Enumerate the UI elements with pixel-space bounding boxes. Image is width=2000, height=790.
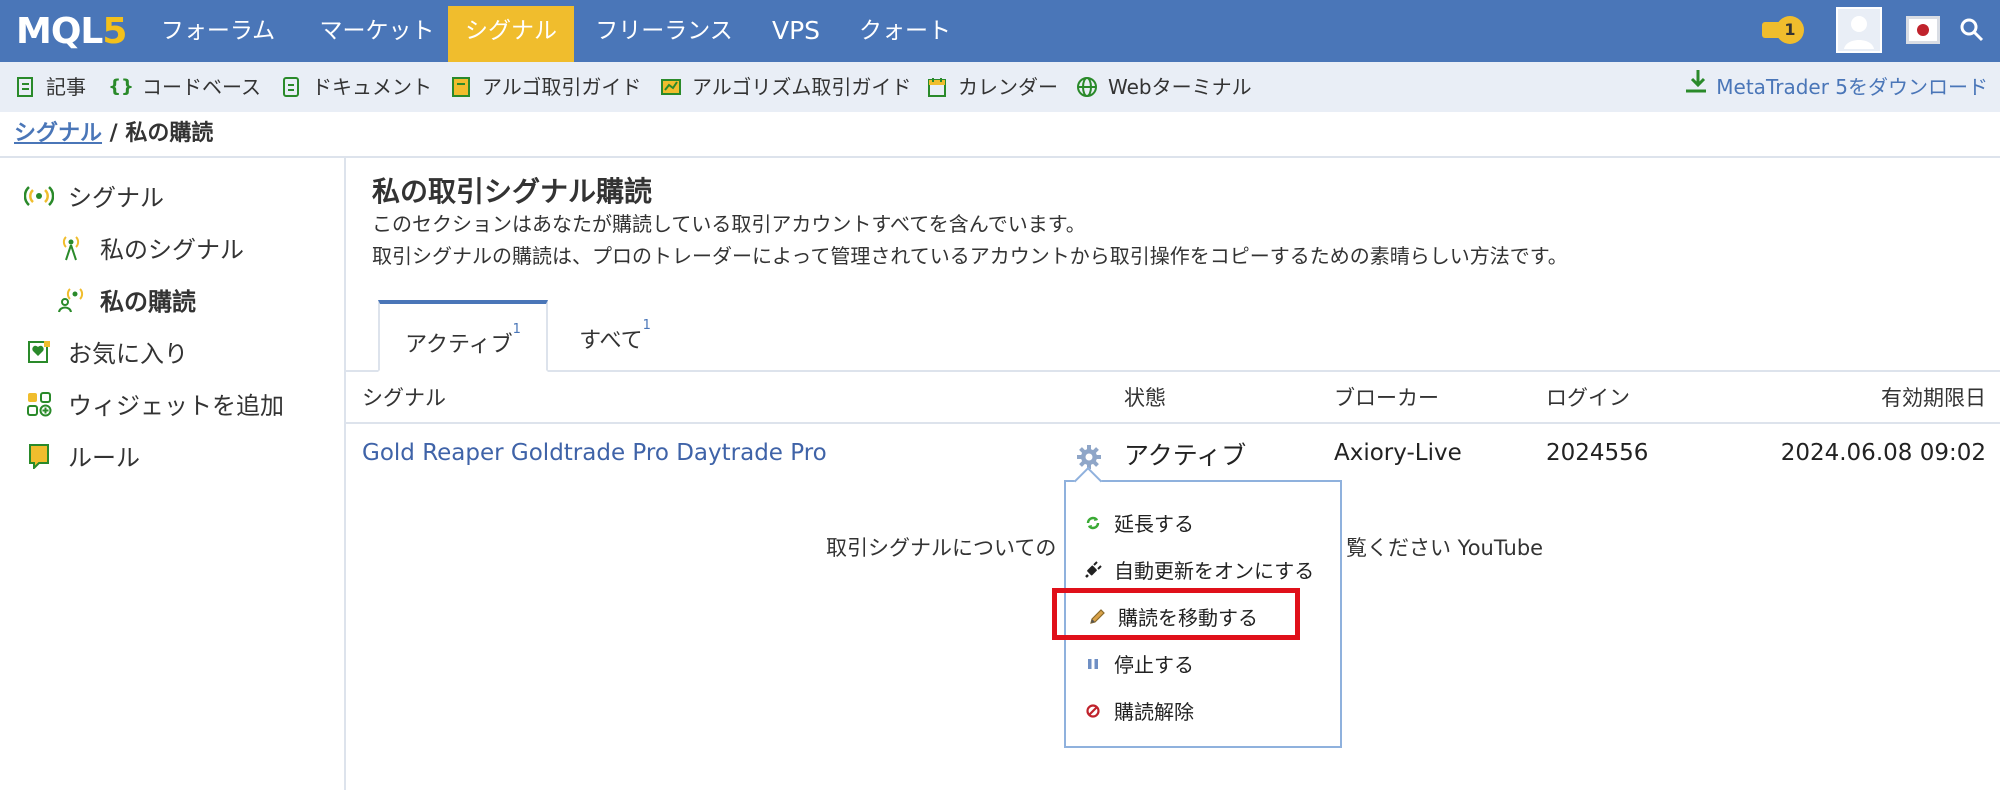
notification-count-badge: 1 (1776, 16, 1804, 44)
pause-icon (1084, 655, 1102, 673)
highlight-box (1052, 588, 1300, 640)
article-icon (14, 76, 36, 98)
subnav-item-docs[interactable]: ドキュメント (280, 62, 432, 112)
nav-item-vps[interactable]: VPS (756, 6, 836, 62)
menu-item-label: 自動更新をオンにする (1114, 559, 1315, 583)
menu-item-auto-renew[interactable]: 自動更新をオンにする (1084, 555, 1314, 584)
breadcrumb-link-signals[interactable]: シグナル (14, 121, 102, 146)
breadcrumb-separator: / (102, 121, 126, 146)
mql5-logo[interactable]: MQL 5 (16, 10, 127, 52)
column-header-login[interactable]: ログイン (1546, 382, 1630, 412)
info-text-right[interactable]: 覧ください YouTube (1346, 532, 1543, 562)
page-title: 私の取引シグナル購読 (372, 175, 653, 208)
favorites-icon (24, 338, 54, 366)
nav-item-market[interactable]: マーケット (302, 6, 452, 62)
notification-button[interactable]: 1 (1762, 16, 1810, 44)
menu-item-extend[interactable]: 延長する (1084, 508, 1194, 537)
column-header-status[interactable]: 状態 (1124, 382, 1166, 412)
menu-item-label: 購読解除 (1114, 700, 1194, 724)
book-icon (450, 76, 472, 98)
rules-icon (24, 442, 54, 470)
tab-all[interactable]: すべて1 (560, 300, 670, 372)
subnav-label: コードベース (142, 75, 261, 99)
column-header-signal[interactable]: シグナル (362, 382, 446, 412)
avatar[interactable] (1836, 7, 1882, 53)
info-text-left: 取引シグナルについての (826, 536, 1057, 560)
subnav-label: 記事 (46, 75, 86, 99)
subnav-item-algorithm-guide[interactable]: アルゴリズム取引ガイド (660, 62, 911, 112)
search-icon[interactable] (1958, 16, 1986, 44)
subnav-label: ドキュメント (312, 75, 432, 99)
japan-flag-icon[interactable] (1906, 16, 1940, 44)
download-metatrader-link[interactable]: MetaTrader 5をダウンロード (1684, 62, 1988, 112)
subnav-label: Webターミナル (1108, 75, 1252, 99)
menu-item-label: 停止する (1114, 653, 1194, 677)
subnav-item-articles[interactable]: 記事 (14, 62, 86, 112)
subnav-label: アルゴ取引ガイド (482, 75, 642, 99)
plug-icon (1084, 560, 1102, 579)
subnav-item-algo-guide[interactable]: アルゴ取引ガイド (450, 62, 641, 112)
sidebar-item-add-widget[interactable]: ウィジェットを追加 (24, 386, 284, 421)
broker-value: Axiory-Live (1334, 440, 1462, 466)
globe-icon (1076, 76, 1098, 98)
subnav-item-calendar[interactable]: カレンダー (926, 62, 1058, 112)
download-label: MetaTrader 5をダウンロード (1716, 75, 1988, 99)
subscription-icon (56, 286, 86, 314)
subnav-label: カレンダー (958, 75, 1058, 99)
user-icon (1844, 16, 1874, 49)
download-icon (1684, 62, 1708, 112)
signal-tower-icon (56, 234, 86, 262)
tab-label: アクティブ (405, 332, 513, 358)
subnav-item-codebase[interactable]: {} コードベース (108, 62, 261, 112)
nav-item-quotes[interactable]: クォート (850, 6, 960, 62)
login-value: 2024556 (1546, 440, 1649, 466)
subnav-item-web-terminal[interactable]: Webターミナル (1076, 62, 1252, 112)
tab-count: 1 (642, 318, 651, 333)
renew-icon (1084, 514, 1102, 532)
sub-navigation: 記事 {} コードベース ドキュメント アルゴ取引ガイド アルゴリズム取引ガイド… (0, 62, 2000, 112)
gear-icon[interactable] (1076, 444, 1102, 470)
calendar-icon (926, 76, 948, 98)
sidebar-item-favorites[interactable]: お気に入り (24, 334, 188, 369)
guide-icon (660, 76, 682, 98)
sidebar: シグナル 私のシグナル 私の購読 お気に入り ウィジェットを追加 ルール (0, 158, 346, 790)
document-icon (280, 76, 302, 98)
description-line-2: 取引シグナルの購読は、プロのトレーダーによって管理されているアカウントから取引操… (372, 244, 1568, 268)
status-value: アクティブ (1124, 441, 1247, 470)
header-divider (346, 422, 2000, 424)
breadcrumb: シグナル / 私の購読 (14, 114, 213, 154)
signal-name-link[interactable]: Gold Reaper Goldtrade Pro Daytrade Pro (362, 440, 827, 466)
braces-icon: {} (108, 76, 134, 97)
column-header-broker[interactable]: ブローカー (1334, 382, 1439, 412)
subnav-label: アルゴリズム取引ガイド (692, 75, 912, 99)
tab-count: 1 (512, 322, 521, 337)
description-line-1: このセクションはあなたが購読している取引アカウントすべてを含んでいます。 (372, 212, 1086, 236)
sidebar-item-my-subscriptions[interactable]: 私の購読 (56, 282, 196, 317)
column-header-expiry[interactable]: 有効期限日 (1881, 382, 1986, 412)
sidebar-item-label: ルール (68, 444, 140, 472)
menu-item-unsubscribe[interactable]: 購読解除 (1084, 696, 1194, 725)
sidebar-item-rules[interactable]: ルール (24, 438, 140, 473)
sidebar-item-label: 私のシグナル (100, 236, 244, 264)
expiry-value: 2024.06.08 09:02 (1780, 440, 1986, 466)
nav-item-freelance[interactable]: フリーランス (588, 6, 740, 62)
breadcrumb-current: 私の購読 (125, 121, 214, 146)
top-navigation: MQL 5 フォーラム マーケット シグナル フリーランス VPS クォート 1 (0, 0, 2000, 62)
sidebar-item-label: シグナル (68, 184, 164, 212)
sidebar-item-label: ウィジェットを追加 (68, 392, 284, 420)
widget-add-icon (24, 390, 54, 418)
menu-item-label: 延長する (1114, 512, 1194, 536)
cancel-icon (1084, 702, 1102, 720)
tab-label: すべて (579, 328, 643, 354)
broadcast-icon (24, 182, 54, 210)
nav-item-signals[interactable]: シグナル (448, 6, 574, 62)
sidebar-item-signals[interactable]: シグナル (24, 178, 164, 213)
sidebar-item-my-signals[interactable]: 私のシグナル (56, 230, 244, 265)
sidebar-item-label: 私の購読 (100, 288, 196, 316)
menu-item-stop[interactable]: 停止する (1084, 649, 1194, 678)
nav-item-forum[interactable]: フォーラム (148, 6, 288, 62)
sidebar-item-label: お気に入り (68, 340, 188, 368)
tab-active[interactable]: アクティブ1 (378, 300, 548, 372)
